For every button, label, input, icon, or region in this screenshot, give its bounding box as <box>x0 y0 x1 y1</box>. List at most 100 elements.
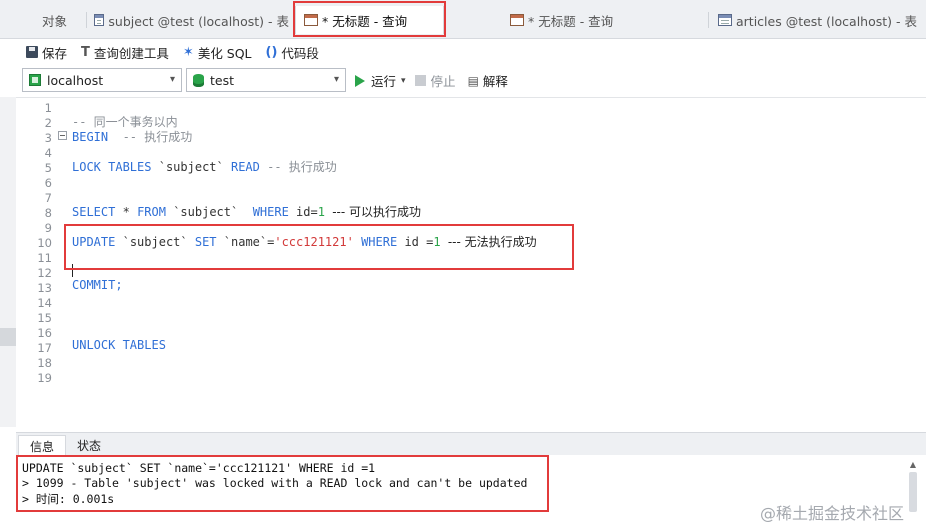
snippet-label: 代码段 <box>281 45 319 61</box>
connection-row: localhost ▾ test ▾ 运行 ▾ 停止 ▤ 解释 <box>22 68 926 94</box>
line-number: 6 <box>44 176 52 190</box>
comment: -- 执行成功 <box>267 160 337 174</box>
database-value: test <box>210 72 235 88</box>
highlight-error-output <box>16 455 549 512</box>
tab-status[interactable]: 状态 <box>66 435 112 455</box>
line-number: 8 <box>44 206 52 220</box>
number: 1 <box>317 205 325 219</box>
line-number: 4 <box>44 146 52 160</box>
line-number: 14 <box>37 296 52 310</box>
line-number: 10 <box>37 236 52 250</box>
explain-icon: ▤ <box>467 73 479 88</box>
left-strip <box>0 97 16 427</box>
magic-wand-icon: ✶ <box>182 44 194 60</box>
operator: * <box>122 205 130 219</box>
tab-objects[interactable]: 对象 <box>28 6 84 34</box>
snippet-button[interactable]: () 代码段 <box>266 43 319 62</box>
line-number: 12 <box>37 266 52 280</box>
line-number: 13 <box>37 281 52 295</box>
keyword: LOCK TABLES <box>72 160 152 174</box>
identifier: `subject` <box>158 160 224 174</box>
connection-icon <box>29 74 41 86</box>
fold-toggle[interactable] <box>58 131 67 140</box>
tab-subject-table[interactable]: subject @test (localhost) - 表 <box>94 6 289 34</box>
keyword: FROM <box>137 205 166 219</box>
comment: --- 可以执行成功 <box>332 205 422 219</box>
code-line-5: LOCK TABLES `subject` READ -- 执行成功 <box>72 158 337 175</box>
hammer-icon: T <box>81 44 90 60</box>
tab-separator <box>708 12 709 28</box>
tab-untitled-query-2-label: * 无标题 - 查询 <box>528 13 614 29</box>
tab-status-label: 状态 <box>76 438 101 453</box>
chevron-down-icon[interactable]: ▾ <box>401 76 406 86</box>
comment: -- 执行成功 <box>122 130 193 144</box>
column: id= <box>296 205 318 219</box>
watermark: @稀土掘金技术社区 <box>760 504 905 523</box>
output-scrollbar[interactable]: ▲ <box>906 460 920 528</box>
scroll-thumb[interactable] <box>909 472 917 512</box>
line-number: 5 <box>44 161 52 175</box>
result-panel-tabs: 信息 状态 <box>16 432 926 456</box>
keyword: WHERE <box>252 205 289 219</box>
line-number: 17 <box>37 341 52 355</box>
run-button[interactable]: 运行 <box>371 71 396 90</box>
tab-separator <box>86 12 87 28</box>
left-strip-marker <box>0 328 16 346</box>
code-line-3: BEGIN -- 执行成功 <box>72 128 192 145</box>
tab-info[interactable]: 信息 <box>18 435 66 456</box>
line-number-gutter: 1 2 3 4 5 6 7 8 9 10 11 12 13 14 15 16 1… <box>16 98 56 428</box>
highlight-active-tab <box>293 1 446 37</box>
line-number: 11 <box>37 251 52 265</box>
line-number: 2 <box>44 116 52 130</box>
code-line-13: COMMIT; <box>72 278 123 292</box>
line-number: 3 <box>44 131 52 145</box>
tab-bar: 对象 subject @test (localhost) - 表 * 无标题 -… <box>0 0 926 39</box>
chevron-down-icon: ▾ <box>333 74 339 85</box>
stop-icon <box>414 75 426 86</box>
editor-toolbar: 保存 T 查询创建工具 ✶ 美化 SQL () 代码段 <box>16 40 926 64</box>
play-icon <box>355 74 365 87</box>
keyword: BEGIN <box>72 130 109 144</box>
line-number: 7 <box>44 191 52 205</box>
keyword: UNLOCK TABLES <box>72 338 166 352</box>
tab-articles-table[interactable]: articles @test (localhost) - 表 <box>718 6 923 34</box>
line-number: 16 <box>37 326 52 340</box>
explain-button[interactable]: 解释 <box>483 71 508 90</box>
save-label: 保存 <box>42 45 68 61</box>
line-number: 1 <box>44 101 52 115</box>
beautify-sql-button[interactable]: ✶ 美化 SQL <box>183 43 252 62</box>
braces-icon: () <box>265 44 278 60</box>
scroll-up-icon[interactable]: ▲ <box>906 460 920 469</box>
line-number: 9 <box>44 221 52 235</box>
keyword: READ <box>230 160 260 174</box>
keyword: COMMIT; <box>72 278 123 292</box>
connection-host-value: localhost <box>47 72 104 88</box>
table-icon <box>718 14 732 26</box>
comment: -- 同一个事务以内 <box>72 115 178 129</box>
tab-objects-label: 对象 <box>42 13 68 29</box>
stop-button[interactable]: 停止 <box>431 71 456 90</box>
database-select[interactable]: test ▾ <box>186 68 346 92</box>
tab-info-label: 信息 <box>29 439 54 454</box>
highlight-update-statement <box>64 224 574 270</box>
code-line-8: SELECT * FROM `subject` WHERE id=1 --- 可… <box>72 203 421 220</box>
query-icon <box>510 14 524 26</box>
table-icon <box>94 14 105 26</box>
line-number: 19 <box>37 371 52 385</box>
run-controls: 运行 ▾ 停止 ▤ 解释 <box>355 71 508 90</box>
line-number: 15 <box>37 311 52 325</box>
code-line-17: UNLOCK TABLES <box>72 338 166 352</box>
tab-subject-label: subject @test (localhost) - 表 <box>108 13 289 29</box>
tab-articles-label: articles @test (localhost) - 表 <box>736 13 917 29</box>
database-icon <box>193 73 204 87</box>
connection-select[interactable]: localhost ▾ <box>22 68 182 92</box>
identifier: `subject` <box>173 205 239 219</box>
save-button[interactable]: 保存 <box>26 43 67 62</box>
query-builder-button[interactable]: T 查询创建工具 <box>81 43 169 62</box>
keyword: SELECT <box>72 205 116 219</box>
save-icon <box>26 46 38 58</box>
query-builder-label: 查询创建工具 <box>93 45 169 61</box>
tab-untitled-query-2[interactable]: * 无标题 - 查询 <box>510 6 700 34</box>
line-number: 18 <box>37 356 52 370</box>
chevron-down-icon: ▾ <box>169 74 175 85</box>
